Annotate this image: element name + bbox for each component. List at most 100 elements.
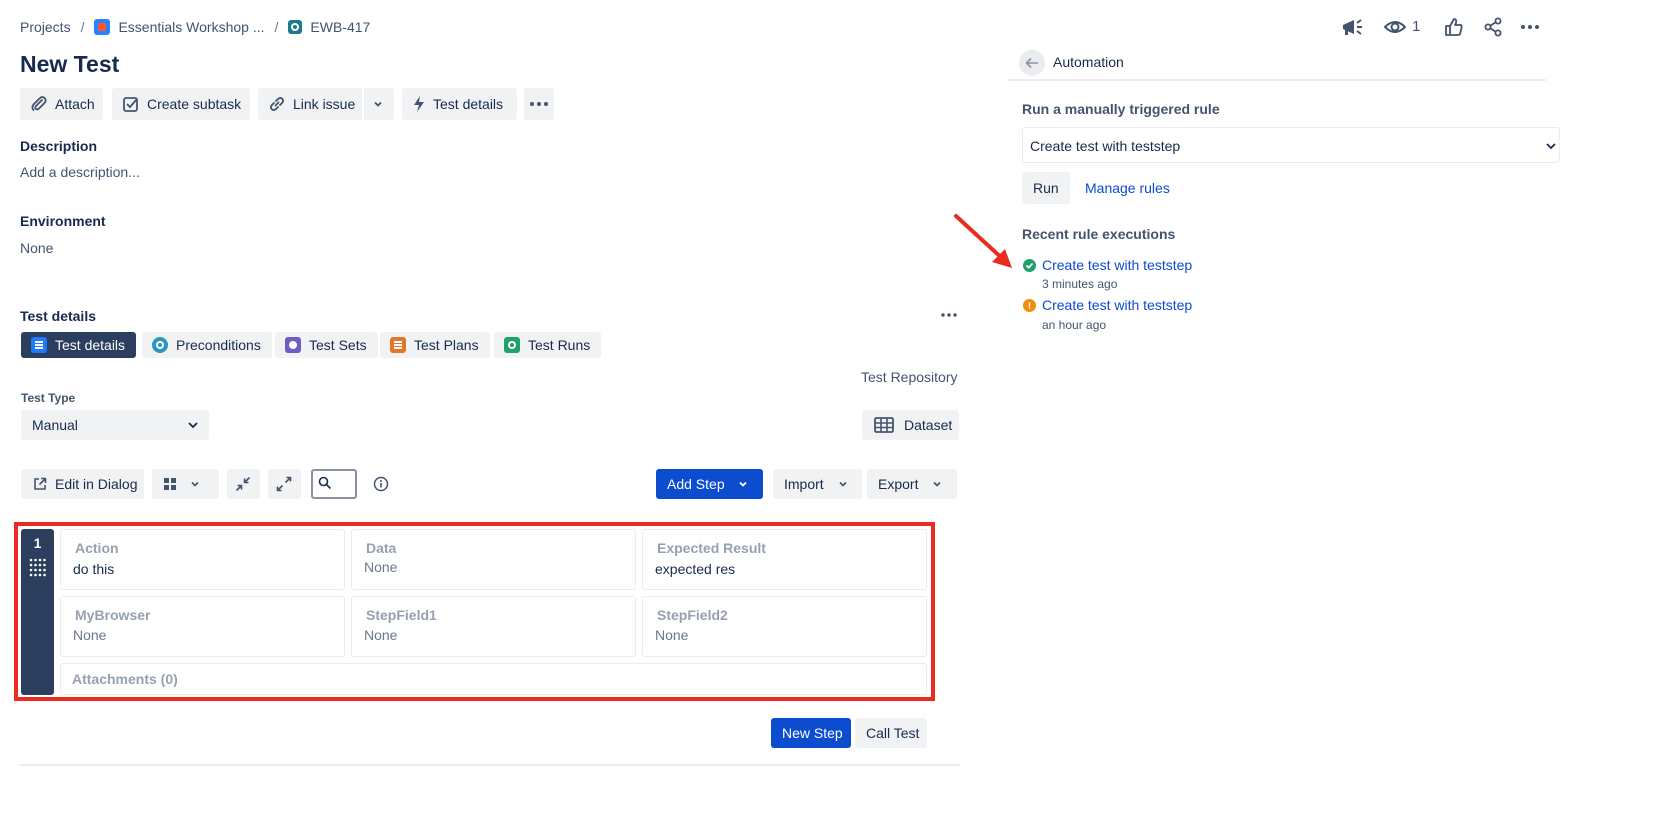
- test-set-icon: [285, 337, 301, 353]
- chevron-down-icon: [838, 479, 848, 489]
- breadcrumb-separator: /: [274, 19, 279, 35]
- thumbs-up-icon[interactable]: [1444, 17, 1464, 37]
- mybrowser-value: None: [73, 627, 107, 643]
- tab-test-details[interactable]: Test details: [21, 332, 137, 358]
- expected-result-label: Expected Result: [657, 540, 766, 556]
- test-type-label: Test Type: [21, 391, 76, 405]
- description-placeholder[interactable]: Add a description...: [20, 164, 140, 180]
- tab-test-runs-label: Test Runs: [528, 337, 591, 353]
- annotation-arrow: [954, 214, 1012, 268]
- top-actions: 1: [1340, 14, 1546, 40]
- tab-test-plans-label: Test Plans: [414, 337, 479, 353]
- info-icon[interactable]: [373, 476, 389, 492]
- attachments-label: Attachments (0): [72, 671, 178, 687]
- dataset-button[interactable]: Dataset: [862, 410, 959, 440]
- step-cell-stepfield1[interactable]: StepField1 None: [351, 596, 636, 657]
- tab-test-plans[interactable]: Test Plans: [380, 332, 490, 358]
- stepfield1-value: None: [364, 627, 398, 643]
- test-type-value: Manual: [32, 417, 78, 433]
- subtask-icon: [122, 95, 140, 113]
- more-actions-button[interactable]: [524, 88, 554, 120]
- add-step-label: Add Step: [667, 476, 725, 492]
- success-check-icon: [1023, 259, 1036, 272]
- data-label: Data: [366, 540, 397, 556]
- step-cell-mybrowser[interactable]: MyBrowser None: [60, 596, 345, 657]
- attach-button[interactable]: Attach: [20, 88, 103, 120]
- section-more-icon[interactable]: [940, 312, 958, 318]
- data-value: None: [364, 559, 398, 575]
- external-link-icon: [33, 477, 47, 491]
- execution-link-1[interactable]: Create test with teststep: [1042, 257, 1192, 273]
- step-number-bar[interactable]: 1: [21, 529, 54, 695]
- breadcrumb: Projects / Essentials Workshop ... / EWB…: [20, 18, 370, 36]
- lightning-icon: [412, 95, 426, 113]
- create-subtask-button[interactable]: Create subtask: [112, 88, 250, 120]
- edit-in-dialog-label: Edit in Dialog: [55, 476, 138, 492]
- watch-eye-icon[interactable]: [1384, 17, 1406, 37]
- description-label: Description: [20, 138, 98, 154]
- issue-title[interactable]: New Test: [20, 51, 119, 78]
- breadcrumb-project[interactable]: Essentials Workshop ...: [118, 19, 264, 35]
- run-button[interactable]: Run: [1022, 172, 1070, 204]
- link-issue-button[interactable]: Link issue: [258, 88, 362, 120]
- import-button[interactable]: Import: [773, 469, 862, 499]
- chevron-down-icon: [1545, 140, 1557, 152]
- stepfield2-label: StepField2: [657, 607, 728, 623]
- test-type-select[interactable]: Manual: [21, 410, 209, 440]
- step-cell-expected-result[interactable]: Expected Result expected res: [642, 529, 927, 590]
- manual-rule-label: Run a manually triggered rule: [1022, 101, 1220, 117]
- call-test-button[interactable]: Call Test: [855, 718, 927, 748]
- watch-count: 1: [1412, 18, 1421, 35]
- tab-preconditions-label: Preconditions: [176, 337, 261, 353]
- stepfield2-value: None: [655, 627, 689, 643]
- run-label: Run: [1033, 180, 1059, 196]
- more-icon[interactable]: [1520, 17, 1540, 37]
- edit-in-dialog-button[interactable]: Edit in Dialog: [21, 469, 144, 499]
- chevron-down-icon: [187, 419, 199, 431]
- warning-icon: [1023, 299, 1036, 312]
- tab-test-sets[interactable]: Test Sets: [275, 332, 378, 358]
- bottom-divider: [20, 764, 960, 766]
- environment-label: Environment: [20, 213, 106, 229]
- collapse-button[interactable]: [227, 469, 260, 499]
- step-cell-data[interactable]: Data None: [351, 529, 636, 590]
- grid-icon: [164, 478, 176, 490]
- step-search-input[interactable]: [311, 469, 357, 499]
- issue-type-icon: [288, 20, 303, 34]
- execution-time-1: 3 minutes ago: [1042, 277, 1118, 291]
- view-layout-button[interactable]: [152, 469, 219, 499]
- tab-preconditions[interactable]: Preconditions: [142, 332, 272, 358]
- environment-value[interactable]: None: [20, 240, 53, 256]
- megaphone-icon[interactable]: [1340, 16, 1364, 38]
- breadcrumb-projects[interactable]: Projects: [20, 19, 71, 35]
- execution-time-2: an hour ago: [1042, 318, 1107, 332]
- import-label: Import: [784, 476, 824, 492]
- execution-link-2[interactable]: Create test with teststep: [1042, 297, 1192, 313]
- new-step-button[interactable]: New Step: [771, 718, 851, 748]
- test-run-icon: [504, 337, 520, 353]
- step-cell-attachments[interactable]: Attachments (0): [60, 663, 927, 695]
- step-cell-stepfield2[interactable]: StepField2 None: [642, 596, 927, 657]
- precondition-icon: [152, 337, 168, 353]
- breadcrumb-separator: /: [80, 19, 85, 35]
- drag-handle-icon[interactable]: [29, 558, 47, 578]
- manage-rules-link[interactable]: Manage rules: [1085, 180, 1170, 196]
- expand-button[interactable]: [268, 469, 301, 499]
- add-step-button[interactable]: Add Step: [656, 469, 763, 499]
- table-icon: [874, 417, 894, 433]
- list-icon: [31, 337, 47, 353]
- action-label: Action: [75, 540, 119, 556]
- breadcrumb-issue-key[interactable]: EWB-417: [310, 19, 370, 35]
- collapse-icon: [235, 476, 251, 492]
- automation-title: Automation: [1053, 54, 1124, 70]
- rule-select[interactable]: Create test with teststep: [1022, 127, 1560, 163]
- rule-selected-value: Create test with teststep: [1030, 138, 1181, 154]
- step-cell-action[interactable]: Action do this: [60, 529, 345, 590]
- test-repository-link[interactable]: Test Repository: [861, 369, 957, 385]
- tab-test-runs[interactable]: Test Runs: [494, 332, 602, 358]
- share-icon[interactable]: [1483, 17, 1503, 37]
- link-issue-dropdown-button[interactable]: [364, 88, 394, 120]
- export-button[interactable]: Export: [867, 469, 957, 499]
- test-details-button[interactable]: Test details: [402, 88, 517, 120]
- back-arrow-icon[interactable]: [1019, 50, 1045, 76]
